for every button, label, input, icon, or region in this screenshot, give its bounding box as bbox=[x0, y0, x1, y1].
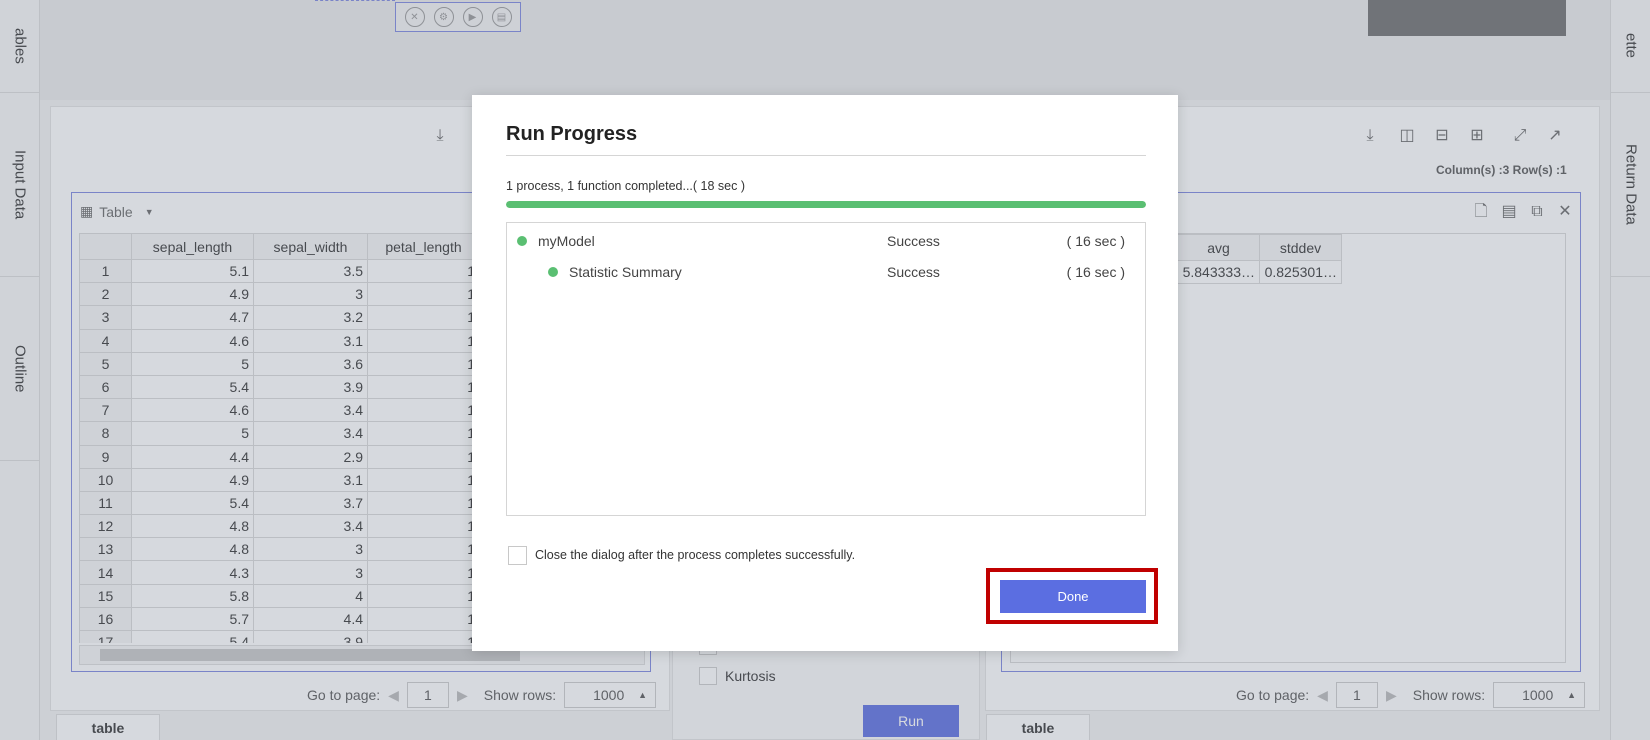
dialog-title: Run Progress bbox=[506, 123, 638, 145]
process-list: myModel Success ( 16 sec ) Statistic Sum… bbox=[506, 222, 1146, 516]
process-row-model: myModel Success ( 16 sec ) bbox=[507, 231, 1145, 251]
success-dot-icon bbox=[548, 267, 558, 277]
close-after-complete-checkbox[interactable] bbox=[508, 546, 527, 565]
progress-bar bbox=[506, 201, 1146, 208]
title-divider bbox=[506, 155, 1146, 156]
process-row-function: Statistic Summary Success ( 16 sec ) bbox=[507, 262, 1145, 282]
success-dot-icon bbox=[517, 236, 527, 246]
run-progress-dialog: Run Progress 1 process, 1 function compl… bbox=[472, 95, 1178, 651]
progress-status: 1 process, 1 function completed...( 18 s… bbox=[506, 179, 746, 193]
done-button[interactable]: Done bbox=[1000, 580, 1146, 613]
progress-fill bbox=[506, 201, 1146, 208]
close-after-complete-label: Close the dialog after the process compl… bbox=[535, 548, 856, 562]
